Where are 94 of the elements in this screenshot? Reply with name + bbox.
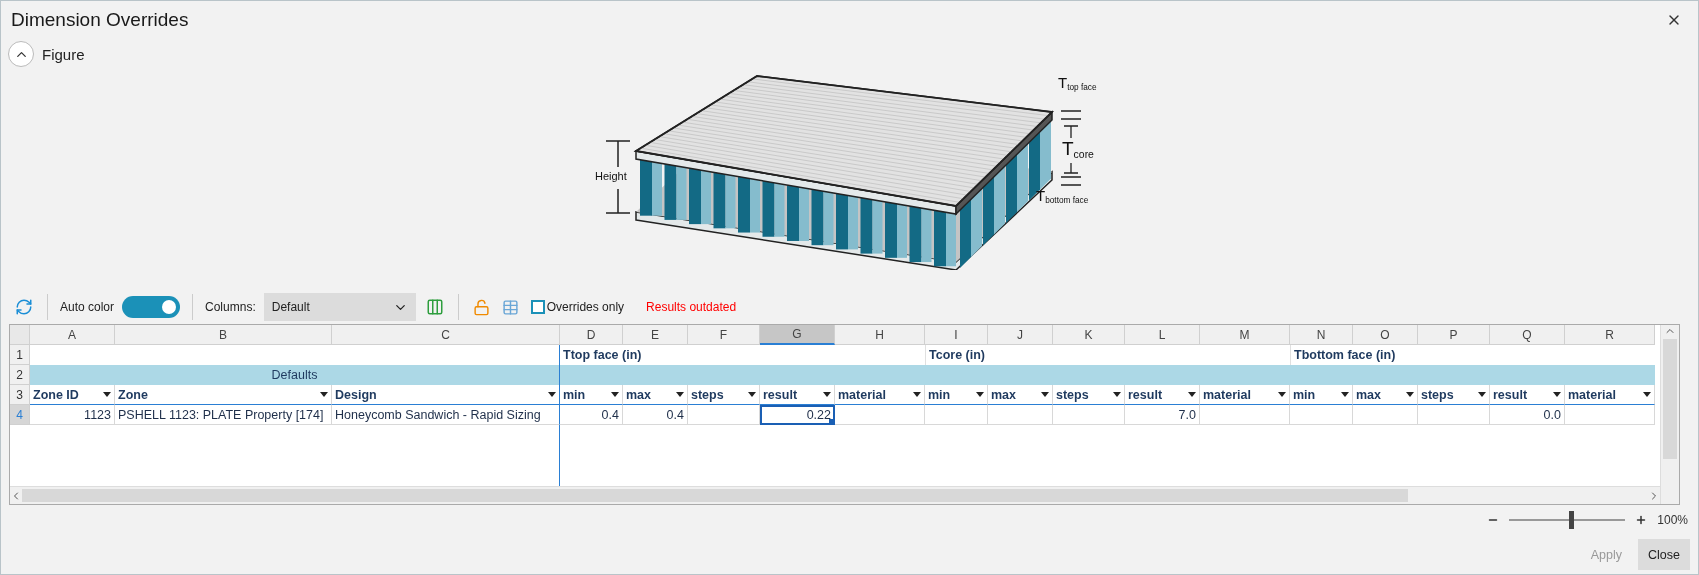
column-title: material <box>1203 387 1251 402</box>
column-title: result <box>1128 387 1163 402</box>
overrides-only-label: Overrides only <box>546 300 625 314</box>
column-title: Design <box>335 387 377 402</box>
filter-dropdown-icon[interactable] <box>611 392 619 397</box>
table-cell: 1123 <box>30 405 115 425</box>
table-cell[interactable] <box>1565 405 1655 425</box>
table-cell[interactable]: 0.4 <box>623 405 688 425</box>
filter-dropdown-icon[interactable] <box>320 392 328 397</box>
filter-dropdown-icon[interactable] <box>823 392 831 397</box>
filter-dropdown-icon[interactable] <box>976 392 984 397</box>
filter-dropdown-icon[interactable] <box>748 392 756 397</box>
table-cell[interactable] <box>835 405 925 425</box>
column-header[interactable]: H <box>835 325 925 345</box>
columns-dropdown[interactable]: Default <box>263 293 416 321</box>
filter-dropdown-icon[interactable] <box>103 392 111 397</box>
column-title: min <box>563 387 586 402</box>
column-title: max <box>1356 387 1382 402</box>
auto-color-toggle[interactable] <box>122 296 181 318</box>
table-cell[interactable] <box>1353 405 1418 425</box>
column-title: max <box>991 387 1017 402</box>
column-header[interactable]: Q <box>1490 325 1565 345</box>
table-cell[interactable] <box>688 405 760 425</box>
vertical-scrollbar[interactable] <box>1660 325 1679 504</box>
column-header[interactable]: I <box>925 325 988 345</box>
table-cell[interactable] <box>925 405 988 425</box>
overrides-only-checkbox[interactable] <box>530 300 545 314</box>
column-header[interactable]: L <box>1125 325 1200 345</box>
column-header[interactable]: E <box>623 325 688 345</box>
filter-dropdown-icon[interactable] <box>676 392 684 397</box>
column-header[interactable]: M <box>1200 325 1290 345</box>
section-label: Figure <box>42 45 85 63</box>
filter-dropdown-icon[interactable] <box>1188 392 1196 397</box>
filter-dropdown-icon[interactable] <box>1041 392 1049 397</box>
status-message: Results outdated <box>646 300 737 314</box>
column-header[interactable]: J <box>988 325 1053 345</box>
table-cell[interactable] <box>1290 405 1353 425</box>
column-title: material <box>838 387 886 402</box>
filter-dropdown-icon[interactable] <box>913 392 921 397</box>
top-face-label: T$_{top face}$ <box>1058 75 1097 93</box>
column-title: material <box>1568 387 1616 402</box>
column-title: Zone <box>118 387 148 402</box>
filter-dropdown-icon[interactable] <box>1341 392 1349 397</box>
filter-dropdown-icon[interactable] <box>1406 392 1414 397</box>
column-header[interactable]: F <box>688 325 760 345</box>
table-cell[interactable] <box>1418 405 1490 425</box>
column-header[interactable]: B <box>115 325 332 345</box>
column-header[interactable]: R <box>1565 325 1655 345</box>
zoom-reading: 100% <box>1657 513 1688 527</box>
column-header[interactable]: P <box>1418 325 1490 345</box>
table-cell[interactable]: 0.4 <box>560 405 623 425</box>
row-header[interactable]: 2 <box>10 365 30 385</box>
table-cell[interactable] <box>988 405 1053 425</box>
table-cell: Honeycomb Sandwich - Rapid Sizing <box>332 405 560 425</box>
bottom-face-label: T$_{bottom face}$ <box>1036 188 1089 206</box>
columns-label: Columns: <box>205 300 256 314</box>
column-header[interactable]: K <box>1053 325 1125 345</box>
column-header[interactable]: A <box>30 325 115 345</box>
column-header[interactable]: N <box>1290 325 1353 345</box>
zoom-slider-thumb[interactable] <box>1568 511 1574 529</box>
row-header[interactable]: 3 <box>10 385 30 405</box>
height-label: Height <box>595 171 627 182</box>
row-header[interactable]: 1 <box>10 345 30 365</box>
filter-dropdown-icon[interactable] <box>1113 392 1121 397</box>
window-title: Dimension Overrides <box>11 9 189 31</box>
table-cell: PSHELL 1123: PLATE Property [174] <box>115 405 332 425</box>
column-title: result <box>763 387 798 402</box>
column-header[interactable]: C <box>332 325 560 345</box>
selected-cell[interactable]: 0.22 <box>760 405 835 425</box>
column-title: steps <box>1421 387 1454 402</box>
column-title: result <box>1493 387 1528 402</box>
column-header[interactable]: D <box>560 325 623 345</box>
column-title: min <box>928 387 951 402</box>
filter-dropdown-icon[interactable] <box>1643 392 1651 397</box>
core-label: T$_{core}$ <box>1062 139 1094 161</box>
dialog-button[interactable]: Close <box>1638 539 1690 570</box>
filter-dropdown-icon[interactable] <box>1278 392 1286 397</box>
filter-dropdown-icon[interactable] <box>1553 392 1561 397</box>
group-header: Ttop face (in) <box>562 347 643 364</box>
column-title: min <box>1293 387 1316 402</box>
table-cell[interactable] <box>1200 405 1290 425</box>
filter-dropdown-icon[interactable] <box>548 392 556 397</box>
column-title: steps <box>1056 387 1089 402</box>
table-cell[interactable]: 0.0 <box>1490 405 1565 425</box>
column-header[interactable]: O <box>1353 325 1418 345</box>
table-cell[interactable] <box>1053 405 1125 425</box>
auto-color-label: Auto color <box>60 300 115 314</box>
defaults-band: Defaults <box>30 365 560 385</box>
column-title: Zone ID <box>33 387 79 402</box>
filter-dropdown-icon[interactable] <box>1478 392 1486 397</box>
table-cell[interactable]: 7.0 <box>1125 405 1200 425</box>
column-header[interactable]: G <box>760 325 835 345</box>
column-title: max <box>626 387 652 402</box>
column-title: steps <box>691 387 724 402</box>
